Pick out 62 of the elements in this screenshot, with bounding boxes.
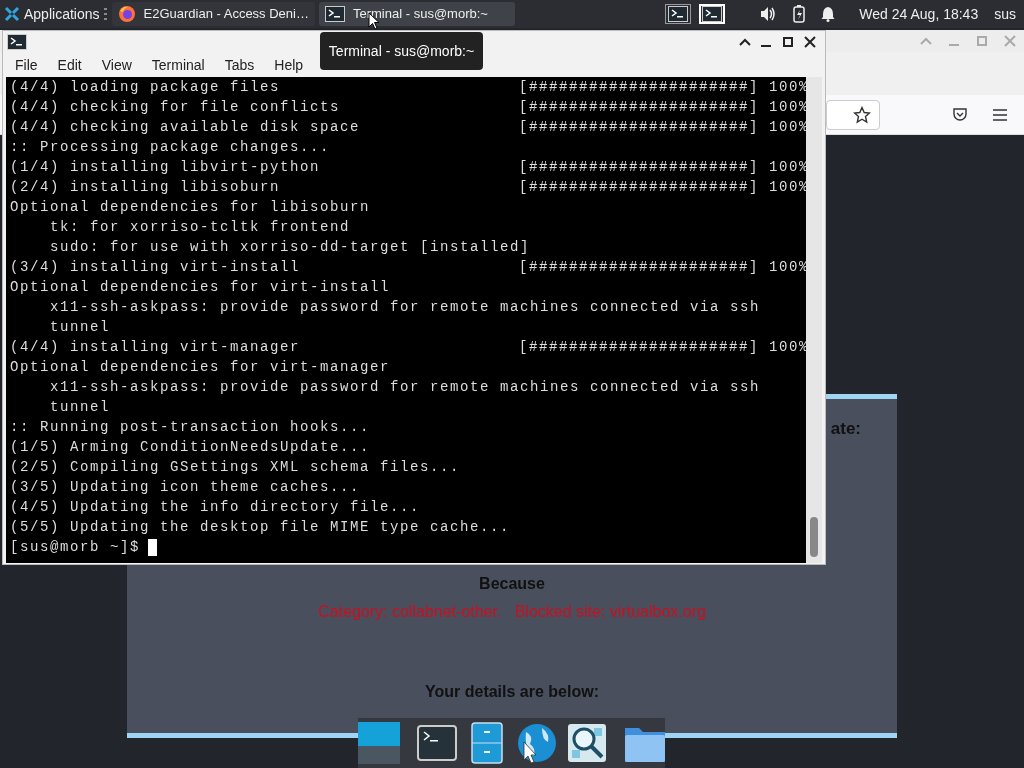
collapse-icon[interactable] <box>739 38 751 46</box>
workspace-button[interactable] <box>664 4 691 24</box>
terminal-line: Optional dependencies for libisoburn <box>10 199 371 215</box>
menu-item[interactable]: Help <box>266 54 312 76</box>
text-cursor <box>148 538 158 556</box>
desktop-icon[interactable] <box>357 722 400 764</box>
terminal-line: Optional dependencies for virt-manager <box>10 359 391 375</box>
menu-item[interactable]: Terminal <box>143 54 213 76</box>
terminal-line: sudo: for use with xorriso-dd-target [installed] <box>49 239 531 255</box>
close-icon[interactable] <box>803 36 817 48</box>
taskbar-button[interactable]: Terminal - sus@morb:~ <box>318 2 515 26</box>
pocket-icon[interactable] <box>952 106 968 123</box>
app-logo-icon <box>4 6 20 22</box>
battery-icon[interactable] <box>793 5 806 23</box>
terminal-icon[interactable] <box>415 722 458 764</box>
terminal-line: (5/5) Updating the desktop file MIME type cache... <box>10 519 511 535</box>
globe-icon[interactable] <box>515 722 558 764</box>
menu-icon[interactable] <box>992 107 1008 122</box>
menu-item[interactable]: Edit <box>49 54 90 76</box>
terminal-line: (2/4) installing libisoburn <box>10 179 281 195</box>
scrollbar[interactable] <box>806 77 822 563</box>
because-label: Because <box>478 573 546 594</box>
terminal-line: :: Running post-transaction hooks... <box>10 419 371 435</box>
maximize-icon[interactable] <box>781 36 795 48</box>
taskbar-button[interactable]: E2Guardian - Access Deni… <box>111 2 315 26</box>
terminal-line: (3/5) Updating icon theme caches... <box>10 479 361 495</box>
terminal-line: tunnel <box>49 399 110 415</box>
terminal-line: :: Processing package changes... <box>10 139 331 155</box>
terminal-line: (1/4) installing libvirt-python <box>10 159 321 175</box>
details-heading: Your details are below: <box>424 681 600 702</box>
heading-text: ate: <box>830 419 861 438</box>
terminal-line: (3/4) installing virt-install <box>10 259 301 275</box>
terminal-line: x11-ssh-askpass: provide password for remote machines connected via ssh <box>49 299 761 315</box>
firefox-icon <box>117 5 136 23</box>
bell-icon[interactable] <box>821 6 836 22</box>
terminal-line: tk: for xorriso-tcltk frontend <box>49 219 351 235</box>
terminal-line: (1/5) Arming ConditionNeedsUpdate... <box>10 439 371 455</box>
volume-icon[interactable] <box>759 6 778 22</box>
search-icon[interactable] <box>565 722 608 764</box>
terminal-line: x11-ssh-askpass: provide password for remote machines connected via ssh <box>49 379 761 395</box>
applications-menu[interactable]: Applications <box>4 2 100 26</box>
drag-handle-icon <box>103 7 108 21</box>
tooltip: Terminal - sus@morb:~ <box>320 32 483 70</box>
terminal-line: Optional dependencies for virt-install <box>10 279 391 295</box>
menu-item[interactable]: Tabs <box>216 54 263 76</box>
terminal-line: tunnel <box>49 319 110 335</box>
block-reason: Category: collabnet-other. Blocked site: virtualbox.org <box>318 602 706 620</box>
user-name[interactable]: sus <box>994 3 1016 25</box>
address-field[interactable] <box>826 99 880 130</box>
terminal-line: (4/4) checking for file conflicts <box>10 99 341 115</box>
terminal-line: (2/5) Compiling GSettings XML schema files... <box>10 459 461 475</box>
terminal-icon <box>324 6 345 22</box>
star-icon[interactable] <box>853 105 871 124</box>
terminal-line: (4/4) installing virt-manager <box>10 339 301 355</box>
terminal-line: (4/4) loading package files <box>10 79 281 95</box>
terminal-line: (4/4) checking available disk space <box>10 119 361 135</box>
menu-item[interactable]: View <box>93 54 140 76</box>
shell-prompt: [sus@morb ~]$ <box>10 539 141 555</box>
clock[interactable]: Wed 24 Aug, 18:43 <box>859 3 979 25</box>
terminal-icon <box>7 34 27 50</box>
menu-item[interactable]: File <box>7 54 46 76</box>
terminal-line: (4/5) Updating the info directory file... <box>10 499 421 515</box>
